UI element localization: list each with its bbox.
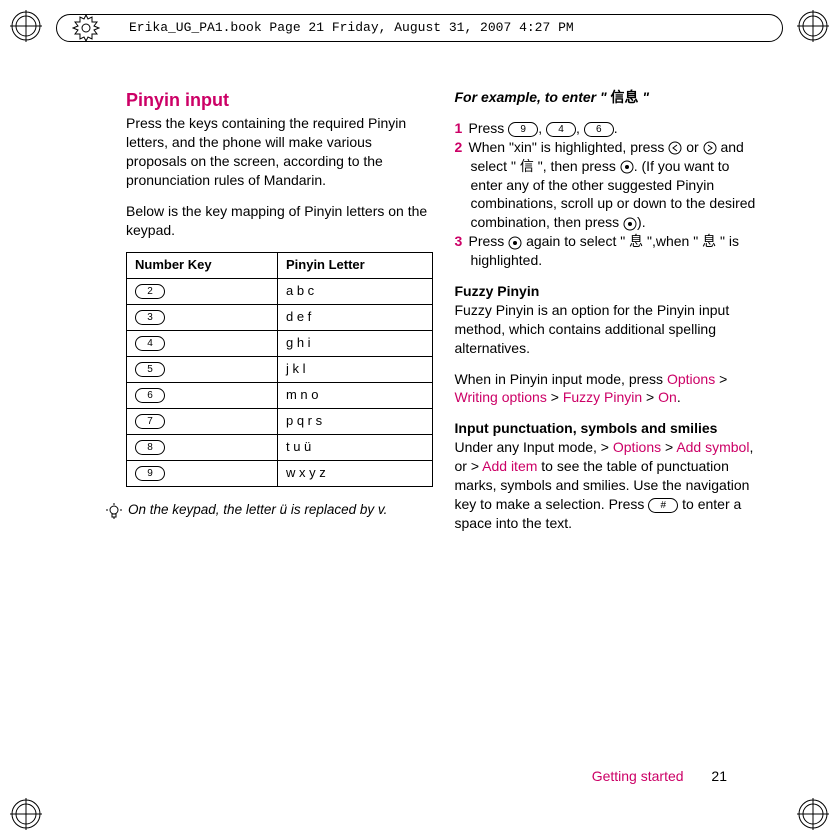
lightbulb-icon xyxy=(106,503,122,519)
document-header-text: Erika_UG_PA1.book Page 21 Friday, August… xyxy=(129,19,574,37)
nav-right-icon xyxy=(703,141,717,155)
keycap-icon: 7 xyxy=(135,414,165,429)
keycap-icon: 5 xyxy=(135,362,165,377)
tip-note: On the keypad, the letter ü is replaced … xyxy=(126,501,433,519)
nav-center-icon xyxy=(623,217,637,231)
table-row: 9w x y z xyxy=(127,460,433,486)
table-row: 6m n o xyxy=(127,382,433,408)
keycap-icon: 9 xyxy=(508,122,538,137)
table-row: 4g h i xyxy=(127,330,433,356)
table-row: 3d e f xyxy=(127,304,433,330)
corner-ring-icon xyxy=(795,8,831,44)
step-3: 3Press again to select " 息 ",when " 息 " … xyxy=(471,232,762,270)
menu-options: Options xyxy=(613,439,661,455)
keycap-icon: 4 xyxy=(546,122,576,137)
pinyin-input-intro: Press the keys containing the required P… xyxy=(126,114,433,190)
table-header-pinyin-letter: Pinyin Letter xyxy=(277,252,432,278)
document-header-bar: Erika_UG_PA1.book Page 21 Friday, August… xyxy=(56,14,783,42)
left-column: Pinyin input Press the keys containing t… xyxy=(126,88,433,760)
step-1: 1Press 9, 4, 6. xyxy=(471,119,762,138)
footer-page-number: 21 xyxy=(711,768,727,784)
table-row: 8t u ü xyxy=(127,434,433,460)
pinyin-input-title: Pinyin input xyxy=(126,88,433,112)
nav-center-icon xyxy=(620,160,634,174)
menu-fuzzy-pinyin: Fuzzy Pinyin xyxy=(563,389,642,405)
footer-section: Getting started xyxy=(592,768,684,784)
keycap-icon: 9 xyxy=(135,466,165,481)
step-2: 2When "xin" is highlighted, press or and… xyxy=(471,138,762,232)
gear-icon xyxy=(72,14,100,42)
menu-on: On xyxy=(658,389,677,405)
fuzzy-pinyin-nav: When in Pinyin input mode, press Options… xyxy=(455,370,762,408)
corner-ring-icon xyxy=(795,796,831,832)
pinyin-key-mapping-intro: Below is the key mapping of Pinyin lette… xyxy=(126,202,433,240)
table-row: 5j k l xyxy=(127,356,433,382)
example-title: For example, to enter " 信息 " xyxy=(455,88,762,107)
table-row: 7p q r s xyxy=(127,408,433,434)
corner-ring-icon xyxy=(8,796,44,832)
pinyin-key-table: Number Key Pinyin Letter 2a b c 3d e f 4… xyxy=(126,252,433,487)
punctuation-body: Under any Input mode, > Options > Add sy… xyxy=(455,438,762,532)
tip-text: On the keypad, the letter ü is replaced … xyxy=(128,501,387,519)
menu-options: Options xyxy=(667,371,715,387)
nav-left-icon xyxy=(668,141,682,155)
page-footer: Getting started 21 xyxy=(592,767,727,786)
keycap-hash-icon: # xyxy=(648,498,678,513)
menu-writing-options: Writing options xyxy=(455,389,547,405)
keycap-icon: 6 xyxy=(584,122,614,137)
keycap-icon: 2 xyxy=(135,284,165,299)
fuzzy-pinyin-body: Fuzzy Pinyin is an option for the Pinyin… xyxy=(455,301,762,358)
punctuation-title: Input punctuation, symbols and smilies xyxy=(455,419,762,438)
table-row: 2a b c xyxy=(127,278,433,304)
menu-add-symbol: Add symbol xyxy=(676,439,749,455)
fuzzy-pinyin-title: Fuzzy Pinyin xyxy=(455,282,762,301)
menu-add-item: Add item xyxy=(482,458,537,474)
keycap-icon: 6 xyxy=(135,388,165,403)
corner-ring-icon xyxy=(8,8,44,44)
keycap-icon: 3 xyxy=(135,310,165,325)
keycap-icon: 4 xyxy=(135,336,165,351)
keycap-icon: 8 xyxy=(135,440,165,455)
table-header-number-key: Number Key xyxy=(127,252,278,278)
right-column: For example, to enter " 信息 " 1Press 9, 4… xyxy=(455,88,762,760)
nav-center-icon xyxy=(508,236,522,250)
